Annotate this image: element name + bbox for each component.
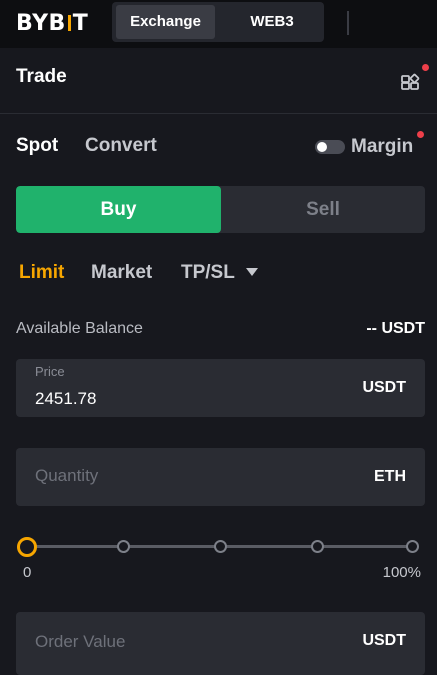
slider-stop-50[interactable] (214, 540, 227, 553)
price-input[interactable] (35, 389, 335, 409)
order-value-input[interactable] (35, 632, 335, 652)
layout-grid-icon[interactable] (400, 64, 429, 90)
top-bar: BYB T Exchange WEB3 (0, 0, 437, 48)
price-unit: USDT (362, 379, 406, 396)
trade-panel: Trade Spot Convert Margin Buy Sell Limit… (0, 48, 437, 675)
buy-sell-switch: Buy Sell (16, 186, 425, 233)
tab-convert[interactable]: Convert (85, 135, 157, 157)
panel-title: Trade (16, 66, 67, 87)
tab-exchange[interactable]: Exchange (116, 5, 215, 39)
margin-toggle[interactable] (315, 140, 345, 154)
quantity-percent-slider[interactable] (16, 536, 425, 557)
slider-max-label: 100% (382, 564, 421, 581)
slider-handle[interactable] (17, 537, 37, 557)
buy-button[interactable]: Buy (16, 186, 221, 233)
quantity-input[interactable] (35, 466, 335, 486)
tab-spot[interactable]: Spot (16, 135, 58, 157)
available-balance-value: -- USDT (366, 320, 425, 337)
slider-stop-100[interactable] (406, 540, 419, 553)
panel-divider (0, 113, 437, 114)
exchange-web3-switcher: Exchange WEB3 (112, 2, 324, 42)
order-type-tpsl[interactable]: TP/SL (181, 262, 235, 284)
order-type-limit[interactable]: Limit (19, 262, 64, 284)
quantity-unit: ETH (374, 468, 406, 485)
sell-button[interactable]: Sell (221, 186, 425, 233)
price-label: Price (35, 364, 65, 379)
quantity-field[interactable]: ETH (16, 448, 425, 506)
margin-label: Margin (351, 136, 414, 157)
toggle-knob (317, 142, 327, 152)
notification-dot (422, 64, 429, 71)
order-value-unit: USDT (362, 632, 406, 649)
available-balance-label: Available Balance (16, 320, 143, 337)
price-field[interactable]: Price USDT (16, 359, 425, 417)
caret-down-icon[interactable] (246, 268, 258, 276)
slider-stop-75[interactable] (311, 540, 324, 553)
bybit-logo[interactable]: BYB T (16, 10, 92, 36)
order-value-field[interactable]: USDT (16, 612, 425, 675)
slider-min-label: 0 (23, 564, 32, 581)
logo-wordmark: BYB T (16, 10, 89, 36)
slider-stop-25[interactable] (117, 540, 130, 553)
order-type-market[interactable]: Market (91, 262, 152, 284)
margin-notification-dot (417, 131, 424, 138)
tab-web3[interactable]: WEB3 (222, 5, 322, 39)
header-divider (347, 11, 349, 35)
